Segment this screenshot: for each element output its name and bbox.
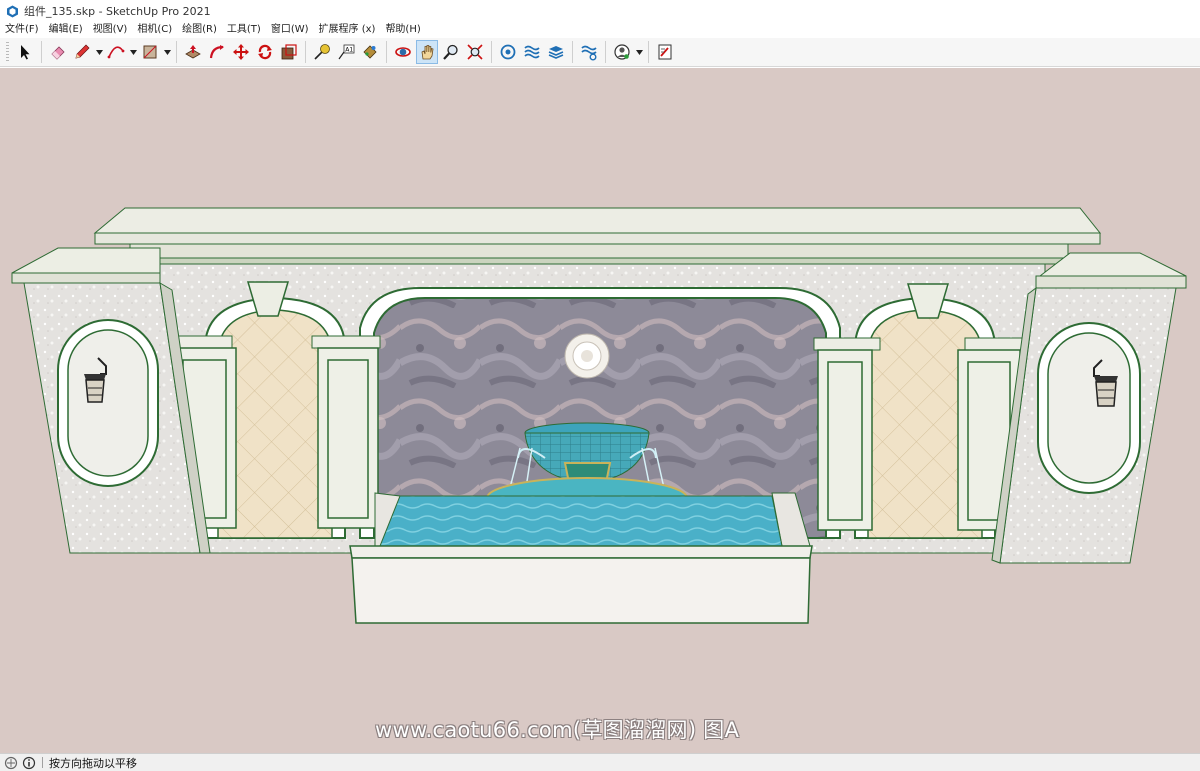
pan-icon — [421, 45, 434, 60]
orbit-icon — [395, 47, 411, 57]
menu-camera[interactable]: 相机(C) — [132, 22, 177, 38]
scale-icon — [281, 44, 297, 60]
arc-tool-button[interactable] — [105, 40, 127, 64]
extension-warehouse-icon — [524, 45, 540, 59]
rectangle-tool-button[interactable] — [139, 40, 161, 64]
select-icon — [21, 45, 30, 60]
main-toolbar: A1 — [0, 38, 1200, 67]
extension-manager-button[interactable] — [578, 40, 600, 64]
zoom-tool-button[interactable] — [440, 40, 462, 64]
toolbar-separator — [41, 41, 42, 63]
tape-measure-tool-button[interactable] — [311, 40, 333, 64]
rectangle-dropdown[interactable] — [162, 40, 172, 64]
chevron-down-icon — [163, 49, 171, 55]
toolbar-separator — [605, 41, 606, 63]
toolbar-separator — [305, 41, 306, 63]
paint-bucket-icon — [363, 45, 377, 59]
send-to-layout-icon — [658, 44, 672, 60]
scale-tool-button[interactable] — [278, 40, 300, 64]
follow-me-icon — [209, 45, 224, 59]
menu-view[interactable]: 视图(V) — [88, 22, 133, 38]
info-icon[interactable] — [22, 756, 36, 770]
tape-measure-icon — [314, 44, 330, 60]
menu-edit[interactable]: 编辑(E) — [44, 22, 88, 38]
sketchup-logo-icon — [7, 5, 18, 17]
toolbar-separator — [386, 41, 387, 63]
window-title: 组件_135.skp - SketchUp Pro 2021 — [24, 5, 211, 18]
move-tool-button[interactable] — [230, 40, 252, 64]
zoom-extents-tool-button[interactable] — [464, 40, 486, 64]
select-tool-button[interactable] — [14, 40, 36, 64]
rectangle-icon — [143, 45, 157, 59]
toolbar-separator — [648, 41, 649, 63]
extension-warehouse-button[interactable] — [521, 40, 543, 64]
move-icon — [233, 44, 249, 60]
pan-tool-button[interactable] — [416, 40, 438, 64]
profile-dropdown[interactable] — [634, 40, 644, 64]
menu-help[interactable]: 帮助(H) — [380, 22, 425, 38]
toolbar-grip[interactable] — [6, 42, 9, 62]
warehouse-icon — [500, 44, 516, 60]
text-icon: A1 — [338, 44, 355, 60]
chevron-down-icon — [95, 49, 103, 55]
warehouse-button[interactable] — [497, 40, 519, 64]
paint-bucket-tool-button[interactable] — [359, 40, 381, 64]
menu-tools[interactable]: 工具(T) — [222, 22, 266, 38]
status-bar: 按方向拖动以平移 — [0, 753, 1200, 771]
rotate-icon — [258, 44, 272, 60]
status-separator — [42, 757, 43, 768]
watermark-text: www.caotu66.com(草图溜溜网) 图A — [375, 718, 740, 742]
layout-button[interactable] — [545, 40, 567, 64]
profile-button[interactable] — [611, 40, 633, 64]
toolbar-separator — [572, 41, 573, 63]
model-viewport[interactable] — [0, 68, 1200, 753]
menu-window[interactable]: 窗口(W) — [266, 22, 314, 38]
chevron-down-icon — [129, 49, 137, 55]
eraser-tool-button[interactable] — [47, 40, 69, 64]
send-to-layout-button[interactable] — [654, 40, 676, 64]
status-message: 按方向拖动以平移 — [49, 756, 137, 770]
zoom-extents-icon — [467, 44, 483, 60]
svg-text:A1: A1 — [345, 47, 353, 54]
pencil-icon — [75, 44, 90, 59]
orbit-tool-button[interactable] — [392, 40, 414, 64]
zoom-icon — [443, 44, 458, 60]
profile-icon — [614, 44, 630, 60]
follow-me-tool-button[interactable] — [206, 40, 228, 64]
chevron-down-icon — [635, 49, 643, 55]
menu-extensions[interactable]: 扩展程序 (x) — [314, 22, 381, 38]
eraser-icon — [51, 46, 65, 60]
menu-bar: 文件(F) 编辑(E) 视图(V) 相机(C) 绘图(R) 工具(T) 窗口(W… — [0, 22, 1200, 38]
text-tool-button[interactable]: A1 — [335, 40, 357, 64]
title-bar: 组件_135.skp - SketchUp Pro 2021 — [0, 0, 1200, 22]
geo-location-icon[interactable] — [4, 756, 18, 770]
pencil-dropdown[interactable] — [94, 40, 104, 64]
extension-manager-icon — [581, 45, 597, 61]
toolbar-separator — [176, 41, 177, 63]
pencil-tool-button[interactable] — [71, 40, 93, 64]
menu-file[interactable]: 文件(F) — [0, 22, 44, 38]
arc-icon — [107, 46, 125, 59]
fountain-wall-model — [11, 207, 1187, 624]
toolbar-separator — [491, 41, 492, 63]
top-cornice — [93, 207, 1102, 265]
arc-dropdown[interactable] — [128, 40, 138, 64]
rosette-ornament — [564, 333, 610, 379]
rotate-tool-button[interactable] — [254, 40, 276, 64]
pool-basin — [349, 492, 813, 624]
menu-draw[interactable]: 绘图(R) — [177, 22, 222, 38]
layout-icon — [548, 46, 564, 59]
push-pull-tool-button[interactable] — [182, 40, 204, 64]
push-pull-icon — [185, 45, 201, 59]
